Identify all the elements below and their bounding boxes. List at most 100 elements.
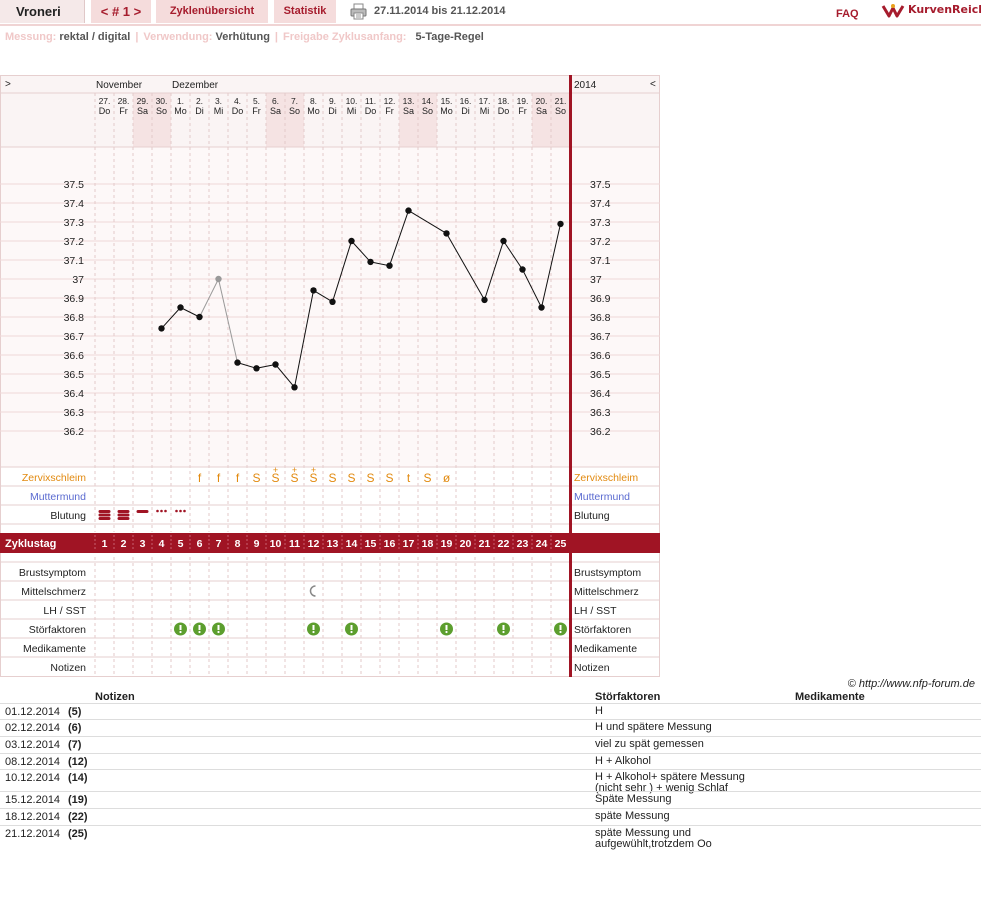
zervix-symbol: S [366, 471, 374, 485]
bleeding-light-icon [160, 509, 163, 513]
notes-cycle-day: (25) [68, 828, 88, 840]
notes-cycle-day: (5) [68, 706, 82, 718]
tab-statistik[interactable]: Statistik [274, 0, 336, 23]
stoerfaktor-icon-mark [198, 625, 201, 630]
row-label-right-notizen: Notizen [574, 662, 610, 674]
day-dow-label: Do [232, 106, 244, 116]
use-label: Verwendung: [143, 31, 213, 43]
stoerfaktor-icon-dot [350, 630, 353, 634]
stoerfaktor-icon-mark [217, 625, 220, 630]
settings-row: Messung: rektal / digital | Verwendung: Ve… [5, 31, 484, 43]
temperature-point [177, 304, 184, 311]
y-tick-label: 36.2 [590, 426, 611, 438]
bleeding-heavy-icon [117, 517, 130, 520]
notes-header-stoerfaktoren: Störfaktoren [595, 691, 661, 703]
y-tick-label: 36.9 [64, 293, 85, 305]
cycle-chart: > <2014 November Dezember 27. Do 28. Fr 29. Sa 30.… [0, 75, 660, 677]
stoerfaktor-icon-mark [445, 625, 448, 630]
y-tick-label: 37.5 [590, 179, 611, 191]
zyklustag-number: 20 [460, 538, 472, 550]
day-dow-label: Fr [252, 106, 261, 116]
zyklustag-number: 1 [102, 538, 108, 550]
notes-header-medikamente: Medikamente [795, 691, 865, 703]
zyklustag-number: 13 [327, 538, 339, 550]
bleeding-light-icon [179, 509, 182, 513]
stoerfaktor-icon-dot [198, 630, 201, 634]
notes-cycle-day: (14) [68, 772, 88, 784]
faq-link[interactable]: FAQ [836, 0, 859, 28]
bleeding-light-icon [164, 509, 167, 513]
row-label-mittel: Mittelschmerz [21, 586, 86, 598]
day-date-label: 17. [479, 96, 491, 106]
temperature-point [519, 266, 526, 273]
zyklustag-number: 25 [555, 538, 567, 550]
tab-zyklenuebersicht[interactable]: Zyklenübersicht [156, 0, 268, 23]
zervix-plus-mark: + [273, 465, 278, 475]
copyright: © http://www.nfp-forum.de [847, 678, 975, 690]
bleeding-light-icon [175, 509, 178, 513]
temperature-point [291, 384, 298, 391]
row-label-right-zervix: Zervixschleim [574, 472, 638, 484]
row-label-notizen: Notizen [50, 662, 86, 674]
temperature-point [253, 365, 260, 372]
y-tick-label: 37.2 [590, 236, 611, 248]
bleeding-light-icon [156, 509, 159, 513]
bleeding-heavy-icon [98, 513, 111, 517]
notes-date: 18.12.2014 [5, 811, 61, 823]
y-tick-label: 36.4 [64, 388, 85, 400]
zervix-symbol: S [423, 471, 431, 485]
release-value: 5-Tage-Regel [415, 31, 484, 43]
y-tick-label: 36.9 [590, 293, 611, 305]
zyklustag-number: 10 [270, 538, 282, 550]
row-label-right-brust: Brustsymptom [574, 567, 641, 579]
temperature-point [196, 313, 203, 321]
y-tick-label: 36.8 [590, 312, 611, 324]
day-dow-label: Mo [174, 106, 187, 116]
notes-stoerfaktor: viel zu spät gemessen [595, 738, 704, 750]
y-tick-label: 36.3 [590, 407, 611, 419]
notes-date: 08.12.2014 [5, 756, 61, 768]
day-dow-label: Mo [440, 106, 453, 116]
kurvenreich-logo-icon[interactable] [881, 2, 905, 22]
zervix-symbol: S [385, 471, 393, 485]
logo-text[interactable]: KurvenReich [908, 3, 981, 16]
notes-stoerfaktor: H [595, 705, 603, 717]
y-tick-label: 36.7 [64, 331, 85, 343]
day-date-label: 13. [403, 96, 415, 106]
temperature-point [481, 296, 488, 304]
day-dow-label: Fr [119, 106, 128, 116]
y-tick-label: 36.6 [64, 350, 85, 362]
y-tick-label: 37.4 [64, 198, 85, 210]
day-date-label: 21. [555, 96, 567, 106]
zyklustag-number: 11 [289, 538, 300, 550]
y-tick-label: 37.1 [590, 255, 611, 267]
day-date-label: 14. [422, 96, 434, 106]
day-date-label: 5. [253, 96, 260, 106]
row-label-right-muttermund: Muttermund [574, 491, 630, 503]
day-date-label: 3. [215, 96, 222, 106]
stoerfaktor-icon-mark [350, 625, 353, 630]
day-date-label: 30. [156, 96, 168, 106]
print-icon[interactable] [350, 3, 367, 20]
bleeding-heavy-icon [98, 517, 111, 520]
day-date-label: 20. [536, 96, 548, 106]
cycle-navigation[interactable]: < # 1 > [91, 0, 151, 23]
zyklustag-number: 23 [517, 538, 529, 550]
notes-table-row: 21.12.2014 (25) späte Messung und aufgewüh… [0, 825, 981, 850]
y-tick-label: 36.7 [590, 331, 611, 343]
temperature-point [215, 275, 222, 283]
row-label-right-lh: LH / SST [574, 605, 617, 617]
stoerfaktor-icon-dot [502, 630, 505, 634]
notes-cycle-day: (6) [68, 722, 82, 734]
row-label-right-mittel: Mittelschmerz [574, 586, 639, 598]
zyklustag-number: 18 [422, 538, 434, 550]
y-tick-label: 37 [72, 274, 84, 286]
y-tick-label: 36.5 [590, 369, 611, 381]
y-tick-label: 37 [590, 274, 602, 286]
zyklustag-number: 24 [536, 538, 548, 550]
zyklustag-number: 7 [216, 538, 222, 550]
chart-end-separator [569, 75, 572, 677]
notes-table-row: 03.12.2014 (7) viel zu spät gemessen [0, 736, 981, 754]
row-label-blutung: Blutung [50, 510, 86, 522]
day-dow-label: So [555, 106, 566, 116]
